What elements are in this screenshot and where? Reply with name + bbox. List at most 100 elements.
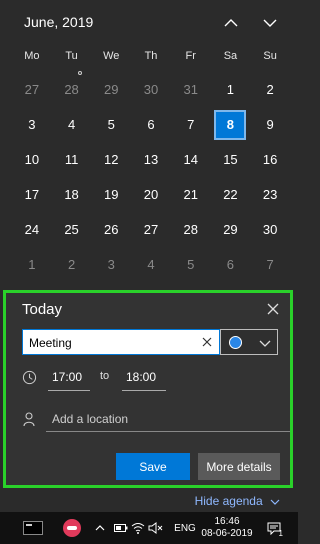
calendar-day-number: 15 <box>223 152 238 167</box>
chevron-down-icon <box>270 499 280 505</box>
calendar-day-number: 10 <box>24 152 40 167</box>
calendar-day-number: 5 <box>107 117 115 132</box>
event-title-input[interactable] <box>27 331 201 355</box>
chevron-up-icon <box>224 19 238 27</box>
calendar-day[interactable]: 6 <box>211 247 251 282</box>
calendar-day[interactable]: 5 <box>171 247 211 282</box>
calendar-day[interactable]: 2 <box>52 247 92 282</box>
calendar-day[interactable]: 6 <box>131 107 171 142</box>
calendar-day-number: 30 <box>262 222 278 237</box>
event-title-field[interactable] <box>22 329 220 355</box>
weekday-label: Th <box>144 50 158 62</box>
save-button[interactable]: Save <box>116 453 190 480</box>
calendar-day[interactable]: 26 <box>91 212 131 247</box>
weekday-label: Sa <box>223 50 238 62</box>
action-center-button[interactable]: 1 <box>264 512 284 544</box>
show-hidden-icons-button[interactable] <box>94 512 106 544</box>
more-details-button[interactable]: More details <box>198 453 280 480</box>
calendar-day-number: 31 <box>183 82 198 97</box>
start-time-field[interactable]: 17:00 <box>48 366 90 391</box>
month-label[interactable]: June, 2019 <box>24 14 93 30</box>
calendar-day[interactable]: 16 <box>250 142 290 177</box>
calendar-day[interactable]: 30 <box>250 212 290 247</box>
calendar-day[interactable]: 9 <box>250 107 290 142</box>
weekday-label: Fr <box>185 50 196 62</box>
calendar-day[interactable]: 18 <box>52 177 92 212</box>
previous-month-button[interactable] <box>219 12 243 34</box>
close-icon[interactable] <box>266 302 280 316</box>
calendar-day[interactable]: 27 <box>131 212 171 247</box>
chevron-down-icon <box>263 19 277 27</box>
calendar-day-number: 22 <box>223 187 238 202</box>
calendar-day[interactable]: 7 <box>250 247 290 282</box>
time-row: 17:00 to 18:00 <box>22 366 282 391</box>
next-month-button[interactable] <box>258 12 282 34</box>
calendar-day-number: 1 <box>28 257 36 272</box>
calendar-day[interactable]: 21 <box>171 177 211 212</box>
calendar-day-number: 11 <box>64 152 79 167</box>
clear-icon[interactable] <box>201 336 213 348</box>
agenda-panel: Today 17:00 to 18:00 Save More details <box>3 290 293 488</box>
location-input[interactable] <box>46 407 290 432</box>
clock-time: 16:46 <box>214 516 240 527</box>
calendar-day-number: 23 <box>262 187 278 202</box>
calendar-day-number: 9 <box>266 117 274 132</box>
calendar-day[interactable]: 28 <box>52 72 92 107</box>
calendar-color-select[interactable] <box>220 329 278 355</box>
calendar-day[interactable]: 31 <box>171 72 211 107</box>
weekday-header: Mo Tu We Th Fr Sa Su <box>12 50 290 62</box>
calendar-day[interactable]: 7 <box>171 107 211 142</box>
calendar-day[interactable]: 20 <box>131 177 171 212</box>
taskbar-clock[interactable]: 16:46 08-06-2019 <box>198 512 256 544</box>
calendar-day[interactable]: 1 <box>12 247 52 282</box>
end-time-field[interactable]: 18:00 <box>122 366 166 391</box>
calendar-day[interactable]: 29 <box>211 212 251 247</box>
calendar-day-number: 5 <box>187 257 195 272</box>
calendar-day[interactable]: 13 <box>131 142 171 177</box>
calendar-day[interactable]: 11 <box>52 142 92 177</box>
calendar-day[interactable]: 14 <box>171 142 211 177</box>
taskbar-terminal-app[interactable] <box>18 512 48 544</box>
taskbar-pinned-app[interactable] <box>60 512 84 544</box>
calendar-day-number: 3 <box>28 117 36 132</box>
clock-date: 08-06-2019 <box>201 528 253 539</box>
calendar-day[interactable]: 27 <box>12 72 52 107</box>
calendar-day[interactable]: 29 <box>91 72 131 107</box>
calendar-day-number: 29 <box>223 222 238 237</box>
battery-icon[interactable] <box>114 512 128 544</box>
calendar-day[interactable]: 3 <box>12 107 52 142</box>
calendar-day[interactable]: 2 <box>250 72 290 107</box>
location-pin-icon <box>23 412 35 427</box>
calendar-day-number: 19 <box>104 187 119 202</box>
calendar-day[interactable]: 22 <box>211 177 251 212</box>
location-row <box>22 407 290 433</box>
calendar-day[interactable]: 25 <box>52 212 92 247</box>
taskbar: ENG 16:46 08-06-2019 1 <box>0 512 298 544</box>
calendar-day[interactable]: 4 <box>52 107 92 142</box>
calendar-day[interactable]: 5 <box>91 107 131 142</box>
chevron-down-icon <box>259 340 271 347</box>
calendar-day[interactable]: 3 <box>91 247 131 282</box>
volume-muted-icon[interactable] <box>148 512 164 544</box>
calendar-day[interactable]: 28 <box>171 212 211 247</box>
hide-agenda-link[interactable]: Hide agenda <box>195 494 280 508</box>
calendar-day[interactable]: 1 <box>211 72 251 107</box>
calendar-day-number: 4 <box>147 257 155 272</box>
calendar-day[interactable]: 10 <box>12 142 52 177</box>
calendar-day-number: 2 <box>266 82 274 97</box>
calendar-day[interactable]: 23 <box>250 177 290 212</box>
calendar-day[interactable]: 4 <box>131 247 171 282</box>
input-language-indicator[interactable]: ENG <box>172 512 198 544</box>
calendar-day[interactable]: 17 <box>12 177 52 212</box>
calendar-day-number: 8 <box>214 109 247 140</box>
network-icon[interactable] <box>130 512 146 544</box>
calendar-day[interactable]: 30 <box>131 72 171 107</box>
to-label: to <box>100 370 110 382</box>
calendar-day[interactable]: 24 <box>12 212 52 247</box>
calendar-day[interactable]: 19 <box>91 177 131 212</box>
calendar-day-number: 29 <box>104 82 119 97</box>
calendar-day-number: 24 <box>24 222 40 237</box>
calendar-day-today[interactable]: 8 <box>211 107 251 142</box>
calendar-day[interactable]: 12 <box>91 142 131 177</box>
calendar-day[interactable]: 15 <box>211 142 251 177</box>
